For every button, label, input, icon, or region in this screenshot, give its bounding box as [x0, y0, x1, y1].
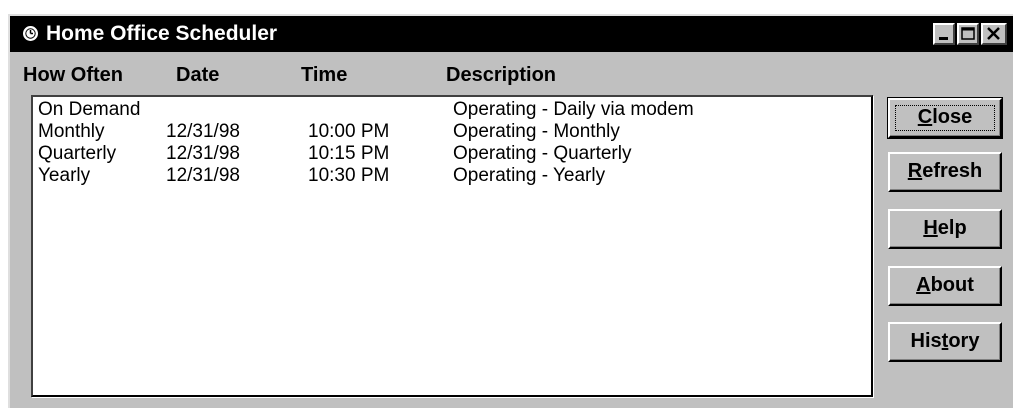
history-button-label: History [910, 330, 980, 352]
list-item[interactable]: On Demand Operating - Daily via modem [33, 99, 871, 121]
list-item[interactable]: Monthly 12/31/98 10:00 PM Operating - Mo… [33, 121, 871, 143]
minimize-button[interactable] [933, 23, 955, 45]
close-button-label: Close [917, 106, 973, 128]
schedule-list[interactable]: On Demand Operating - Daily via modem Mo… [31, 95, 873, 397]
about-button[interactable]: About [888, 266, 1002, 306]
close-button[interactable]: Close [887, 97, 1003, 139]
column-header-how-often: How Often [23, 64, 123, 86]
description-cell: Operating - Yearly [453, 165, 606, 186]
refresh-button-label: Refresh [907, 160, 983, 182]
column-header-description: Description [446, 64, 557, 86]
maximize-button[interactable] [957, 23, 979, 45]
description-cell: Operating - Monthly [453, 121, 620, 142]
how-often-cell: On Demand [38, 99, 141, 120]
history-button[interactable]: History [888, 322, 1002, 362]
maximize-icon [961, 27, 975, 40]
time-cell: 10:15 PM [308, 143, 390, 164]
list-item[interactable]: Quarterly 12/31/98 10:15 PM Operating - … [33, 143, 871, 165]
time-cell: 10:00 PM [308, 121, 390, 142]
description-cell: Operating - Daily via modem [453, 99, 694, 120]
description-cell: Operating - Quarterly [453, 143, 632, 164]
about-button-label: About [916, 274, 974, 296]
minimize-icon [939, 37, 948, 40]
close-window-button[interactable] [981, 23, 1007, 45]
clock-icon [23, 26, 38, 41]
date-cell: 12/31/98 [166, 143, 240, 164]
date-cell: 12/31/98 [166, 165, 240, 186]
help-button-label: Help [923, 217, 967, 239]
title-bar[interactable]: Home Office Scheduler [10, 16, 1013, 52]
list-item[interactable]: Yearly 12/31/98 10:30 PM Operating - Yea… [33, 165, 871, 187]
date-cell: 12/31/98 [166, 121, 240, 142]
how-often-cell: Quarterly [38, 143, 117, 164]
column-header-time: Time [301, 64, 348, 86]
column-header-date: Date [176, 64, 220, 86]
refresh-button[interactable]: Refresh [888, 152, 1002, 192]
how-often-cell: Monthly [38, 121, 105, 142]
how-often-cell: Yearly [38, 165, 91, 186]
close-icon [987, 27, 1000, 40]
time-cell: 10:30 PM [308, 165, 390, 186]
window-title: Home Office Scheduler [46, 22, 278, 45]
scheduler-window: Home Office Scheduler How Often Date Tim… [8, 14, 1013, 408]
help-button[interactable]: Help [888, 209, 1002, 249]
